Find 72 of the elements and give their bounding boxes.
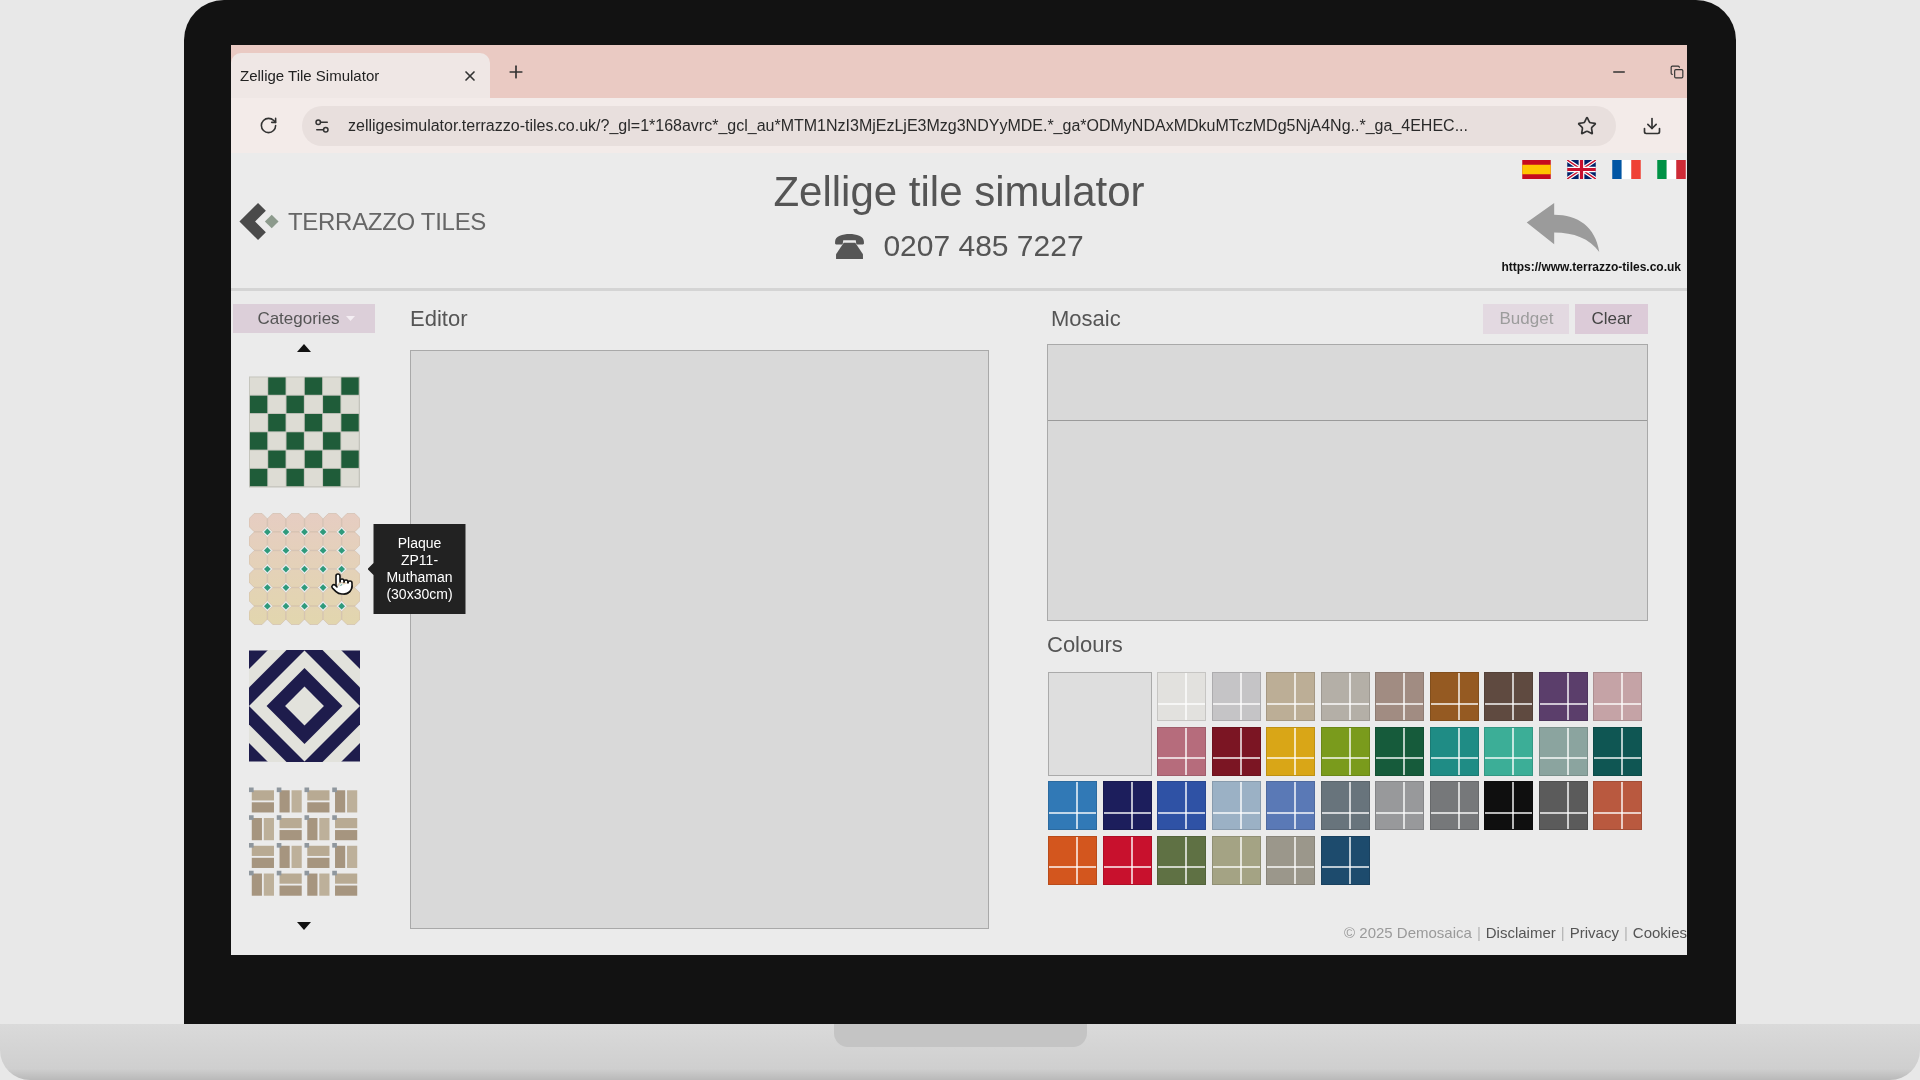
colour-swatch[interactable]: [1375, 781, 1424, 830]
copyright-text: © 2025 Demosaica: [1344, 924, 1472, 942]
caret-down-icon[interactable]: [297, 922, 311, 930]
colour-swatch[interactable]: [1320, 672, 1370, 721]
restore-icon[interactable]: [1670, 64, 1684, 79]
spanish-flag-icon[interactable]: [1522, 160, 1551, 179]
colour-swatch[interactable]: [1157, 781, 1206, 830]
colour-swatch[interactable]: [1266, 781, 1315, 830]
separator-text: |: [1560, 924, 1565, 942]
colour-swatch[interactable]: [1211, 781, 1261, 830]
italian-flag-icon[interactable]: [1657, 160, 1686, 179]
categories-button[interactable]: Categories: [233, 304, 375, 333]
caret-up-icon[interactable]: [297, 344, 311, 352]
address-bar[interactable]: zelligesimulator.terrazzo-tiles.co.uk/?_gl=1*168avrc*_gcl_au*MTM1NzI3MjEzLjE3Mzg3NDYyMDE.*_ga*ODMyNDAxMDkuMTczMDg5NjA4Ng..*_ga_4EHEC...: [302, 105, 1616, 146]
colour-swatch[interactable]: [1375, 726, 1424, 776]
colour-swatch[interactable]: [1211, 726, 1261, 776]
colour-swatch[interactable]: [1593, 726, 1642, 776]
colour-swatch[interactable]: [1484, 726, 1533, 776]
basketweave-tile-drawing[interactable]: [248, 787, 360, 899]
footer-link[interactable]: Cookies: [1632, 924, 1687, 942]
colour-swatch[interactable]: [1048, 781, 1097, 830]
mosaic-button[interactable]: Clear: [1575, 304, 1648, 334]
separator-text: |: [1476, 924, 1481, 942]
colour-swatch[interactable]: [1048, 835, 1097, 885]
colour-swatch[interactable]: [1538, 672, 1588, 721]
colour-swatch[interactable]: [1320, 835, 1370, 885]
hand-cursor-icon: [329, 572, 354, 596]
french-flag-icon[interactable]: [1612, 160, 1641, 179]
caret-icon: [345, 316, 355, 321]
colour-swatch[interactable]: [1266, 672, 1315, 721]
logo-text: TERRAZZO TILES: [288, 207, 487, 236]
colour-swatch[interactable]: [1484, 672, 1533, 721]
reload-icon[interactable]: [259, 116, 278, 135]
colour-swatch[interactable]: [1429, 781, 1479, 830]
octagon-tile-drawing[interactable]: [248, 513, 360, 625]
colour-swatch[interactable]: [1102, 835, 1152, 885]
colour-swatch[interactable]: [1320, 726, 1370, 776]
colour-swatch[interactable]: [1593, 672, 1642, 721]
footer-link[interactable]: Privacy: [1569, 924, 1619, 942]
colour-swatch[interactable]: [1157, 835, 1206, 885]
colour-swatch[interactable]: [1266, 726, 1315, 776]
phone-number: 0207 485 7227: [883, 228, 1084, 264]
colour-swatch[interactable]: [1484, 781, 1533, 830]
colour-swatch[interactable]: [1538, 726, 1588, 776]
browser-tab[interactable]: Zellige Tile Simulator: [231, 53, 490, 98]
colour-swatch[interactable]: [1211, 835, 1261, 885]
colour-swatch[interactable]: [1429, 672, 1479, 721]
footer-link[interactable]: Disclaimer: [1485, 924, 1556, 942]
colour-swatch[interactable]: [1538, 781, 1588, 830]
colour-swatch[interactable]: [1211, 672, 1261, 721]
diamond-tile-drawing[interactable]: [248, 650, 360, 762]
tooltip: Plaque ZP11-Muthaman (30x30cm): [367, 524, 466, 614]
colour-swatch[interactable]: [1157, 726, 1206, 776]
checkerboard-tile-drawing[interactable]: [248, 376, 360, 488]
telephone-icon: [834, 233, 866, 259]
colour-swatch[interactable]: [1102, 781, 1152, 830]
colour-swatch[interactable]: [1266, 835, 1315, 885]
sliders-icon[interactable]: [313, 116, 331, 135]
colours-title: Colours: [1047, 631, 1124, 659]
colour-swatch[interactable]: [1320, 781, 1370, 830]
colour-swatch[interactable]: [1375, 672, 1424, 721]
separator-text: |: [1623, 924, 1628, 942]
colour-swatch[interactable]: [1429, 726, 1479, 776]
download-icon[interactable]: [1642, 115, 1662, 136]
mosaic-title: Mosaic: [1051, 305, 1121, 333]
british-flag-icon[interactable]: [1567, 160, 1596, 179]
editor-title: Editor: [410, 305, 469, 333]
colour-swatch[interactable]: [1593, 781, 1642, 830]
page-title: Zellige tile simulator: [773, 168, 1145, 216]
star-icon[interactable]: [1577, 115, 1597, 136]
colour-swatch[interactable]: [1157, 672, 1206, 721]
website-link[interactable]: https://www.terrazzo-tiles.co.uk: [1501, 260, 1681, 274]
